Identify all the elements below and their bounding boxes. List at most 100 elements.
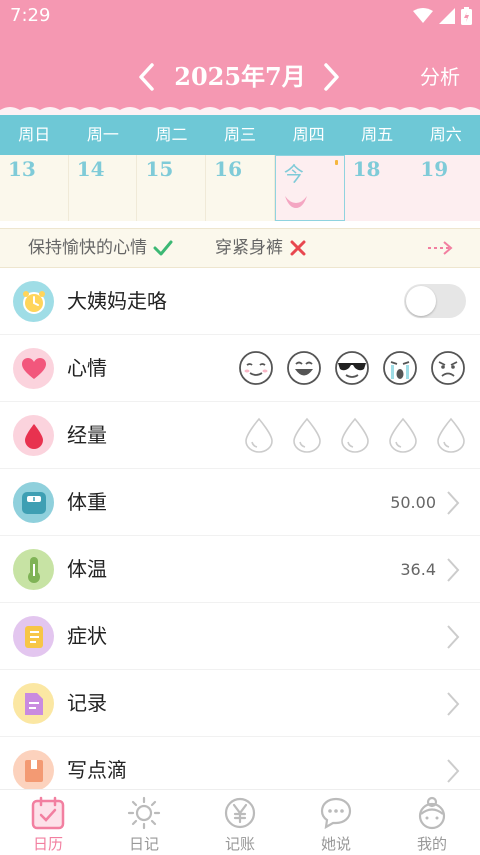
cross-icon — [290, 240, 306, 256]
status-bar: 7:29 — [0, 0, 480, 32]
calendar-day[interactable]: 19 — [412, 155, 480, 221]
document-edit-icon — [13, 683, 54, 724]
weekday-sat: 周六 — [429, 125, 462, 144]
thermometer-icon — [13, 549, 54, 590]
bottom-tab-bar: 日历 日记 记账 她说 我的 — [0, 789, 480, 855]
week-days-row: 13 14 15 16 今 18 19 — [0, 155, 480, 221]
notes-label: 记录 — [67, 691, 107, 715]
wifi-icon — [413, 8, 433, 23]
weekday-header: 周日 周一 周二 周三 周四 周五 周六 — [0, 115, 480, 155]
daily-tips-bar[interactable]: 保持愉快的心情 穿紧身裤 — [0, 228, 480, 268]
tips-more-arrow-icon[interactable] — [426, 237, 454, 259]
symptoms-row[interactable]: 症状 — [0, 603, 480, 670]
next-month-arrow-icon[interactable] — [317, 62, 345, 92]
notes-row[interactable]: 记录 — [0, 670, 480, 737]
calendar-day[interactable]: 15 — [137, 155, 207, 221]
flow-drop-icon[interactable] — [292, 417, 322, 453]
day-number: 16 — [214, 157, 242, 181]
flow-drop-icon[interactable] — [244, 417, 274, 453]
analyze-button[interactable]: 分析 — [420, 62, 460, 92]
system-icons — [413, 6, 472, 26]
calendar-day[interactable]: 14 — [68, 155, 138, 221]
heart-icon — [13, 348, 54, 389]
month-title: 2025年7月 — [174, 62, 306, 91]
mood-options — [238, 350, 466, 386]
tab-accounting-label: 记账 — [224, 835, 255, 853]
tab-calendar-label: 日历 — [32, 835, 63, 853]
alarm-clock-icon — [13, 281, 54, 322]
tip-do: 保持愉快的心情 — [28, 229, 173, 267]
flow-drop-icon[interactable] — [340, 417, 370, 453]
angry-face-icon[interactable] — [430, 350, 466, 386]
tab-diary-label: 日记 — [128, 835, 159, 853]
calendar-day-today[interactable]: 今 — [274, 155, 345, 221]
sun-icon — [127, 796, 161, 830]
chevron-right-icon — [447, 692, 460, 716]
temperature-value: 36.4 — [400, 560, 436, 579]
crying-face-icon[interactable] — [382, 350, 418, 386]
period-label: 大姨妈走咯 — [67, 289, 167, 313]
tab-calendar[interactable]: 日历 — [0, 790, 96, 855]
mood-label: 心情 — [67, 356, 107, 380]
calendar-day[interactable]: 18 — [344, 155, 413, 221]
day-number: 18 — [352, 157, 381, 181]
marker-dot — [334, 160, 338, 165]
tip-dont: 穿紧身裤 — [215, 229, 307, 267]
mood-row: 心情 — [0, 335, 480, 402]
ovulation-moon-icon — [284, 196, 307, 208]
month-navigation: 2025年7月 分析 — [0, 58, 480, 96]
cool-sunglasses-icon[interactable] — [334, 350, 370, 386]
calendar-day[interactable]: 13 — [0, 155, 69, 221]
chevron-right-icon — [447, 759, 460, 783]
temperature-label: 体温 — [67, 557, 107, 581]
chevron-right-icon — [447, 491, 460, 515]
calendar-day[interactable]: 16 — [206, 155, 275, 221]
flow-drop-icon[interactable] — [436, 417, 466, 453]
weekday-thu: 周四 — [292, 125, 325, 144]
flow-levels — [244, 417, 466, 453]
prev-month-arrow-icon[interactable] — [133, 62, 161, 92]
notebook-icon — [13, 616, 54, 657]
record-list: 大姨妈走咯 心情 经量 体重 50.00 体温 36.4 症状 记录 写点滴 — [0, 268, 480, 804]
day-number: 14 — [76, 157, 105, 181]
tab-she-says[interactable]: 她说 — [288, 790, 384, 855]
day-number: 15 — [145, 157, 174, 181]
weight-value: 50.00 — [390, 493, 436, 512]
calendar-icon — [31, 796, 65, 830]
chat-icon — [320, 797, 352, 830]
app-header: 7:29 2025年7月 分析 — [0, 0, 480, 118]
chevron-right-icon — [447, 558, 460, 582]
flow-label: 经量 — [67, 423, 107, 447]
weekday-wed: 周三 — [224, 125, 257, 144]
day-number: 19 — [420, 157, 449, 181]
weekday-mon: 周一 — [86, 125, 119, 144]
scale-icon — [13, 482, 54, 523]
flow-drop-icon[interactable] — [388, 417, 418, 453]
tab-she-says-label: 她说 — [320, 835, 351, 853]
tip-do-label: 保持愉快的心情 — [28, 238, 147, 258]
tab-mine[interactable]: 我的 — [384, 790, 480, 855]
period-toggle[interactable] — [404, 284, 466, 318]
temperature-row[interactable]: 体温 36.4 — [0, 536, 480, 603]
tab-diary[interactable]: 日记 — [96, 790, 192, 855]
weekday-tue: 周二 — [155, 125, 188, 144]
day-number: 13 — [8, 157, 36, 181]
tab-mine-label: 我的 — [416, 835, 447, 853]
smile-closed-eyes-icon[interactable] — [238, 350, 274, 386]
grin-icon[interactable] — [286, 350, 322, 386]
blood-drop-icon — [13, 415, 54, 456]
weekday-sun: 周日 — [18, 125, 51, 144]
weight-label: 体重 — [67, 490, 107, 514]
weight-row[interactable]: 体重 50.00 — [0, 469, 480, 536]
yen-icon — [224, 797, 256, 829]
tip-dont-label: 穿紧身裤 — [215, 238, 283, 258]
toggle-knob — [406, 286, 436, 316]
flow-row: 经量 — [0, 402, 480, 469]
tab-accounting[interactable]: 记账 — [192, 790, 288, 855]
symptoms-label: 症状 — [67, 624, 107, 648]
day-number-today: 今 — [283, 162, 304, 186]
diary-book-icon — [13, 750, 54, 791]
battery-icon — [461, 7, 472, 25]
weekday-fri: 周五 — [361, 125, 394, 144]
girl-avatar-icon — [418, 796, 446, 830]
